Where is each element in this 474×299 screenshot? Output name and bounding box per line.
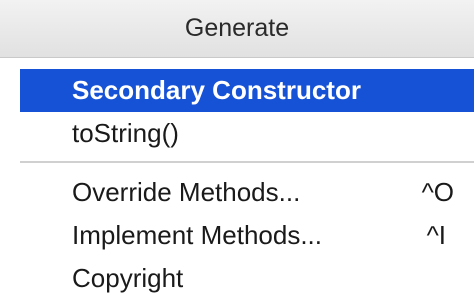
menu-item-secondary-constructor[interactable]: Secondary Constructor [20, 69, 474, 112]
menu-item-shortcut: ^O [421, 177, 454, 207]
menu-item-override-methods[interactable]: Override Methods... ^O [20, 171, 474, 214]
menu-item-label: Override Methods... [72, 177, 301, 207]
menu-item-tostring[interactable]: toString() [20, 112, 474, 155]
menu-item-label: Copyright [72, 263, 184, 293]
menu-item-label: Implement Methods... [72, 220, 322, 250]
generate-menu: Secondary Constructor toString() Overrid… [0, 58, 474, 299]
menu-item-label: Secondary Constructor [72, 75, 361, 105]
popup-title: Generate [0, 0, 474, 58]
menu-item-implement-methods[interactable]: Implement Methods... ^I [20, 214, 474, 257]
menu-item-shortcut: ^I [426, 220, 446, 250]
generate-popup: Generate Secondary Constructor toString(… [0, 0, 474, 299]
menu-item-copyright[interactable]: Copyright [20, 257, 474, 299]
menu-item-label: toString() [72, 118, 179, 148]
menu-separator [20, 161, 474, 163]
